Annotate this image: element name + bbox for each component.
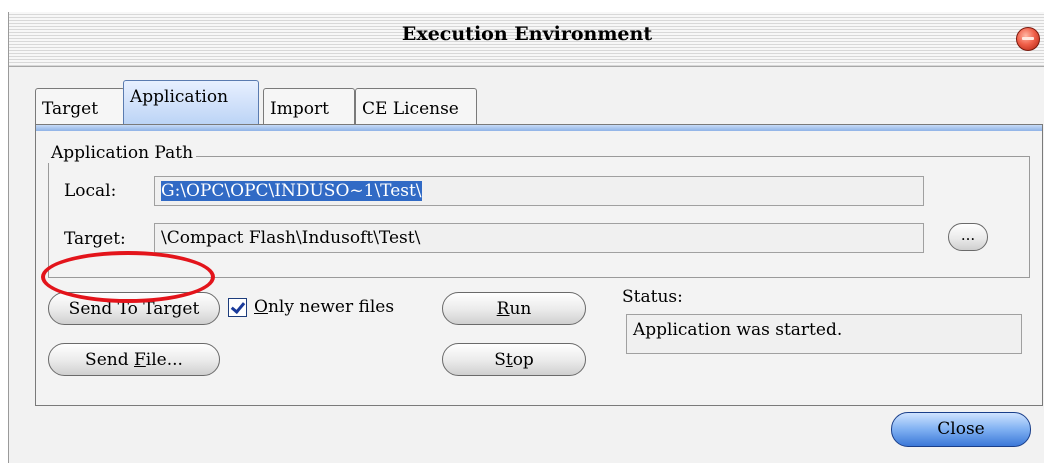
only-newer-files-label[interactable]: Only newer files	[254, 297, 394, 317]
tab-ce-license-label: CE License	[362, 99, 459, 119]
local-label: Local:	[64, 181, 117, 201]
tab-target[interactable]: Target	[35, 88, 125, 124]
application-tab-panel: Application Path Local: G:\OPC\OPC\INDUS…	[35, 124, 1043, 406]
run-button[interactable]: Run	[442, 292, 586, 325]
close-button[interactable]: Close	[891, 412, 1031, 447]
status-value: Application was started.	[633, 320, 843, 340]
close-window-icon[interactable]	[1016, 27, 1040, 51]
send-to-target-button[interactable]: Send To Target	[48, 292, 220, 325]
tab-target-label: Target	[42, 99, 99, 119]
only-newer-files-checkbox[interactable]	[228, 298, 247, 317]
tab-ce-license[interactable]: CE License	[355, 88, 477, 124]
execution-environment-window: Execution Environment Target Application…	[8, 12, 1044, 463]
title-bar[interactable]: Execution Environment	[9, 12, 1044, 67]
tab-application[interactable]: Application	[123, 80, 259, 124]
panel-header-band	[36, 125, 1042, 131]
application-path-group	[48, 156, 1030, 278]
browse-button[interactable]: ...	[948, 223, 988, 251]
target-label: Target:	[64, 229, 126, 249]
target-path-value: \Compact Flash\Indusoft\Test\	[161, 228, 421, 248]
send-file-button[interactable]: Send File...	[48, 343, 220, 376]
status-label: Status:	[622, 287, 683, 307]
tab-application-label: Application	[130, 87, 229, 107]
target-path-field[interactable]: \Compact Flash\Indusoft\Test\	[154, 223, 924, 253]
window-title: Execution Environment	[401, 23, 653, 45]
local-path-value: G:\OPC\OPC\INDUSO~1\Test\	[161, 181, 422, 201]
tab-import-label: Import	[270, 99, 329, 119]
stop-button[interactable]: Stop	[442, 343, 586, 376]
local-path-field[interactable]: G:\OPC\OPC\INDUSO~1\Test\	[154, 176, 924, 206]
status-field: Application was started.	[626, 314, 1022, 354]
tab-import[interactable]: Import	[263, 88, 355, 124]
application-path-group-title: Application Path	[48, 143, 197, 163]
